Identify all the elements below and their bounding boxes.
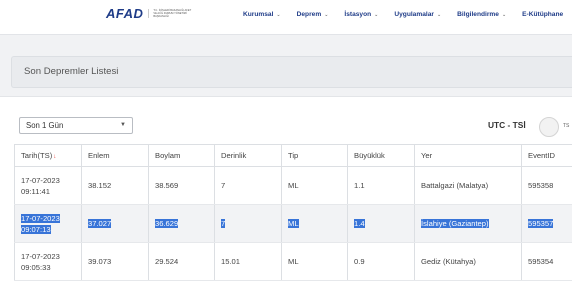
cell-location: İslahiye (Gaziantep) — [414, 204, 522, 243]
cell-depth: 15.01 — [214, 242, 282, 281]
cell-location: Gediz (Kütahya) — [414, 242, 522, 281]
cell-date: 17-07-2023 — [21, 175, 60, 185]
column-header-latitude[interactable]: Enlem — [81, 144, 149, 167]
column-header-magnitude[interactable]: Büyüklük — [347, 144, 415, 167]
cell-location: Battalgazi (Malatya) — [414, 166, 522, 205]
utc-tsi-toggle[interactable] — [539, 117, 559, 137]
cell-date: 17-07-2023 — [21, 251, 60, 261]
cell-depth: 7 — [214, 204, 282, 243]
cell-latitude: 37.027 — [81, 204, 149, 243]
top-navigation-bar: AFAD T.C. İÇİŞLERİ BAKANLIĞI AFET VE ACİ… — [0, 0, 572, 34]
column-header-event-id[interactable]: EventID — [521, 144, 572, 167]
caret-down-icon: ▼ — [120, 122, 126, 128]
column-header-longitude[interactable]: Boylam — [148, 144, 215, 167]
cell-magnitude: 1.4 — [347, 204, 415, 243]
header-divider — [0, 34, 572, 35]
utc-tsi-label: UTC - TSİ — [488, 120, 526, 130]
cell-type: ML — [281, 166, 348, 205]
page-title-card: Son Depremler Listesi — [11, 56, 572, 88]
cell-time: 09:05:33 — [21, 262, 51, 272]
cell-value: 595357 — [528, 219, 554, 228]
column-header-location[interactable]: Yer — [414, 144, 522, 167]
logo-subtitle: T.C. İÇİŞLERİ BAKANLIĞI AFET VE ACİL DUR… — [148, 8, 194, 19]
earthquake-table: Tarih(TS)↓ Enlem Boylam Derinlik Tip Büy… — [14, 144, 572, 281]
logo-text: AFAD — [106, 6, 144, 21]
header-label: Tarih(TS) — [21, 151, 53, 160]
chevron-down-icon: ⌄ — [374, 11, 379, 18]
nav-uygulamalar[interactable]: Uygulamalar ⌄ — [394, 11, 441, 18]
cell-longitude: 29.524 — [148, 242, 215, 281]
nav-label: Bilgilendirme — [457, 11, 499, 18]
cell-value: 7 — [221, 219, 226, 228]
cell-event-id: 595354 — [521, 242, 572, 281]
sort-descending-icon: ↓ — [53, 154, 57, 160]
chevron-down-icon: ⌄ — [436, 11, 442, 18]
nav-deprem[interactable]: Deprem ⌄ — [297, 11, 329, 18]
nav-label: İstasyon — [344, 11, 372, 18]
cell-value: 37.027 — [88, 219, 112, 228]
cell-date: 17-07-2023 — [21, 213, 60, 223]
page-title: Son Depremler Listesi — [24, 66, 119, 77]
table-row[interactable]: 17-07-2023 09:11:41 38.152 38.569 7 ML 1.… — [14, 166, 572, 205]
cell-depth: 7 — [214, 166, 282, 205]
cell-value: ML — [288, 219, 299, 228]
chevron-down-icon: ⌄ — [276, 11, 281, 18]
cell-longitude: 36.629 — [148, 204, 215, 243]
cell-magnitude: 1.1 — [347, 166, 415, 205]
time-range-select[interactable]: Son 1 Gün ▼ — [19, 117, 133, 134]
cell-magnitude: 0.9 — [347, 242, 415, 281]
cell-datetime: 17-07-2023 09:05:33 — [14, 242, 82, 281]
time-range-value: Son 1 Gün — [26, 121, 64, 130]
chevron-down-icon: ⌄ — [501, 11, 507, 18]
table-header-row: Tarih(TS)↓ Enlem Boylam Derinlik Tip Büy… — [14, 144, 572, 167]
table-row[interactable]: 17-07-2023 09:07:13 37.027 36.629 7 ML 1.… — [14, 204, 572, 243]
cell-type: ML — [281, 204, 348, 243]
toggle-state-label: TS — [563, 123, 570, 129]
cell-datetime: 17-07-2023 09:07:13 — [14, 204, 82, 243]
cell-time: 09:11:41 — [21, 186, 50, 196]
cell-type: ML — [281, 242, 348, 281]
cell-event-id: 595357 — [521, 204, 572, 243]
column-header-date[interactable]: Tarih(TS)↓ — [14, 144, 82, 167]
nav-e-kutuphane[interactable]: E-Kütüphane — [522, 11, 563, 18]
cell-longitude: 38.569 — [148, 166, 215, 205]
cell-event-id: 595358 — [521, 166, 572, 205]
cell-time: 09:07:13 — [21, 224, 51, 234]
nav-label: Kurumsal — [243, 11, 274, 18]
cell-value: 36.629 — [155, 219, 179, 228]
nav-istasyon[interactable]: İstasyon ⌄ — [344, 11, 378, 18]
cell-value: İslahiye (Gaziantep) — [421, 219, 489, 228]
nav-bilgilendirme[interactable]: Bilgilendirme ⌄ — [457, 11, 506, 18]
nav-label: E-Kütüphane — [522, 11, 564, 18]
afad-logo[interactable]: AFAD T.C. İÇİŞLERİ BAKANLIĞI AFET VE ACİ… — [106, 6, 194, 21]
chevron-down-icon: ⌄ — [324, 11, 329, 18]
table-row[interactable]: 17-07-2023 09:05:33 39.073 29.524 15.01 M… — [14, 242, 572, 281]
cell-latitude: 38.152 — [81, 166, 149, 205]
cell-datetime: 17-07-2023 09:11:41 — [14, 166, 82, 205]
column-header-type[interactable]: Tip — [281, 144, 348, 167]
cell-value: 1.4 — [354, 219, 365, 228]
column-header-depth[interactable]: Derinlik — [214, 144, 282, 167]
nav-label: Uygulamalar — [394, 11, 434, 18]
nav-kurumsal[interactable]: Kurumsal ⌄ — [243, 11, 281, 18]
nav-label: Deprem — [296, 11, 322, 18]
main-menu: Kurumsal ⌄ Deprem ⌄ İstasyon ⌄ Uygulamalar ⌄… — [243, 11, 572, 18]
cell-latitude: 39.073 — [81, 242, 149, 281]
